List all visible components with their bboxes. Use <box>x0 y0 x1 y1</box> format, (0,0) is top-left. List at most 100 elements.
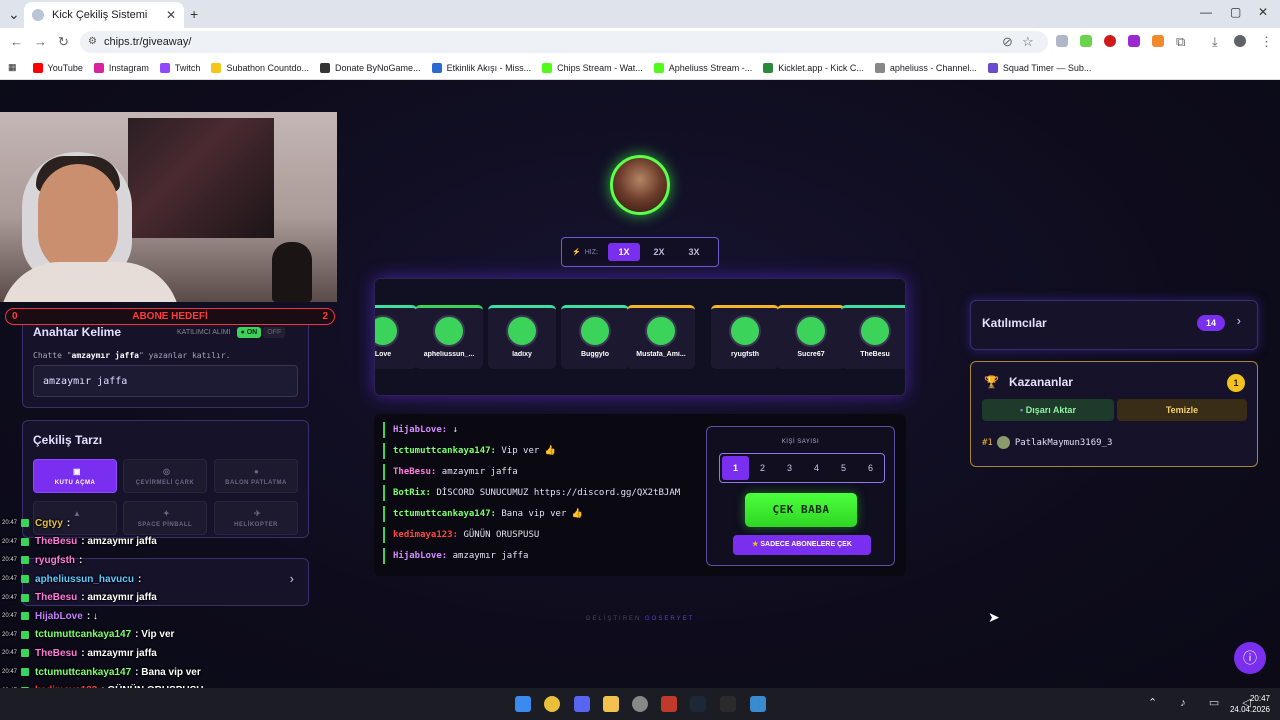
chevron-right-icon[interactable]: › <box>1237 313 1241 328</box>
hide-eye-icon[interactable]: ⊘ <box>1002 34 1013 50</box>
style-balloon[interactable]: ● BALON PATLATMA <box>214 459 298 493</box>
url-text: chips.tr/giveaway/ <box>104 36 192 48</box>
kick-icon <box>21 537 30 546</box>
kick-icon <box>21 612 30 621</box>
download-icon[interactable]: ⤓ <box>1212 34 1218 50</box>
steam-icon[interactable] <box>690 696 706 712</box>
participant-carousel: Love apheliussun_... ladixy Buggylo Mustafa_… <box>374 278 906 396</box>
profile-avatar[interactable] <box>1234 35 1246 47</box>
style-box-opening[interactable]: ▣ KUTU AÇMA <box>33 459 117 493</box>
bookmark-item[interactable]: Kicklet.app - Kick C... <box>763 62 864 73</box>
overlay-chat-line: 20:47 TheBesu: amzaymır jaffa <box>2 592 157 604</box>
count-5[interactable]: 5 <box>830 456 857 480</box>
overlay-chat-msg: : amzaymır jaffa <box>81 592 157 604</box>
clear-button[interactable]: Temizle <box>1117 399 1247 421</box>
extension-purple-icon[interactable] <box>1128 35 1140 47</box>
chat-user: tctumuttcankaya147: <box>393 509 496 519</box>
count-2[interactable]: 2 <box>749 456 776 480</box>
bookmark-favicon-icon <box>320 62 331 73</box>
app-blue-icon[interactable] <box>750 696 766 712</box>
new-tab-icon[interactable]: + <box>190 6 198 22</box>
participation-toggle[interactable]: KATILIMCI ALIMI ● ON OFF <box>177 327 286 338</box>
count-6[interactable]: 6 <box>857 456 884 480</box>
overlay-chat-user: apheliussun_havucu <box>35 573 134 585</box>
speed-1x[interactable]: 1X <box>607 243 640 261</box>
bookmark-item[interactable]: YouTube <box>32 62 83 73</box>
discord-icon[interactable] <box>574 696 590 712</box>
bookmark-item[interactable]: Subathon Countdo... <box>211 62 309 73</box>
bookmark-item[interactable]: Squad Timer — Sub... <box>987 62 1091 73</box>
menu-kebab-icon[interactable]: ⋮ <box>1260 34 1273 50</box>
speed-3x[interactable]: 3X <box>678 243 710 261</box>
chat-message: tctumuttcankaya147: Vip ver 👍 <box>383 443 556 459</box>
toggle-off[interactable]: OFF <box>263 327 286 338</box>
trophy-icon: 🏆 <box>984 375 999 389</box>
browser-tabbar: ⌄ Kick Çekiliş Sistemi ✕ + — ▢ ✕ <box>0 0 1280 28</box>
style-wheel[interactable]: ◎ ÇEVİRMELİ ÇARK <box>123 459 207 493</box>
site-info-icon[interactable]: ⚙ <box>88 31 97 53</box>
bookmark-item[interactable]: apheliuss - Channel... <box>874 62 977 73</box>
apps-grid-icon[interactable]: ▦ <box>8 62 17 73</box>
count-4[interactable]: 4 <box>803 456 830 480</box>
extension-orange-icon[interactable] <box>1152 35 1164 47</box>
participant-name: Love <box>374 351 392 358</box>
folder-icon[interactable] <box>603 696 619 712</box>
bookmark-item[interactable]: Donate ByNoGame... <box>320 62 421 73</box>
kick-icon <box>21 575 30 584</box>
start-icon[interactable] <box>515 696 531 712</box>
chrome-icon[interactable] <box>544 696 560 712</box>
minimize-icon[interactable]: — <box>1200 5 1212 19</box>
chat-user: BotRix: <box>393 488 431 498</box>
extension-green-icon[interactable] <box>1080 35 1092 47</box>
speed-2x[interactable]: 2X <box>643 243 675 261</box>
count-3[interactable]: 3 <box>776 456 803 480</box>
tab-close-icon[interactable]: ✕ <box>166 8 176 22</box>
bookmark-favicon-icon <box>653 62 664 73</box>
draw-button[interactable]: ÇEK BABA <box>745 493 857 527</box>
bookmark-item[interactable]: Instagram <box>93 62 149 73</box>
overlay-chat-line: 20:47 HijabLove: ↓ <box>2 610 98 622</box>
subscribers-only-button[interactable]: ★ SADECE ABONELERE ÇEK <box>733 535 871 555</box>
export-button[interactable]: ▪ Dışarı Aktar <box>982 399 1114 421</box>
chat-message: kedimaya123: GÜNÜN ORUSPUSU <box>383 527 539 543</box>
participant-avatar <box>645 315 677 347</box>
extension-red-icon[interactable] <box>1104 35 1116 47</box>
maximize-icon[interactable]: ▢ <box>1230 5 1241 19</box>
winner-rank: #1 <box>982 437 993 448</box>
count-1[interactable]: 1 <box>722 456 749 480</box>
toggle-on[interactable]: ● ON <box>236 327 262 338</box>
extension-shield-icon[interactable] <box>1056 35 1068 47</box>
balloon-icon: ● <box>254 467 260 476</box>
bookmark-item[interactable]: Etkinlik Akışı - Miss... <box>431 62 531 73</box>
info-button[interactable]: ⓘ <box>1234 642 1266 674</box>
stream-chat-overlay: 20:47 Cgtyy: 20:47 TheBesu: amzaymır jaffa 2… <box>2 514 332 688</box>
forward-icon[interactable]: → <box>34 34 47 49</box>
overlay-chat-user: tctumuttcankaya147 <box>35 629 132 641</box>
kick-icon <box>21 593 30 602</box>
kick-icon <box>21 649 30 658</box>
app-red-icon[interactable] <box>661 696 677 712</box>
browser-tab[interactable]: Kick Çekiliş Sistemi ✕ <box>24 2 184 28</box>
overlay-chat-line: 20:47 tctumuttcankaya147: Bana vip ver <box>2 666 201 678</box>
obs-icon[interactable] <box>632 696 648 712</box>
goal-target: 2 <box>322 311 328 322</box>
draw-control-box: KİŞİ SAYISI 1 2 3 4 5 6 ÇEK BABA ★ SADEC… <box>706 426 895 566</box>
keyword-input[interactable]: amzaymır jaffa <box>33 365 298 397</box>
bookmark-item[interactable]: Twitch <box>159 62 200 73</box>
tab-list-icon[interactable]: ⌄ <box>8 6 20 23</box>
reload-icon[interactable]: ↻ <box>58 34 69 50</box>
close-window-icon[interactable]: ✕ <box>1258 5 1268 19</box>
bookmark-item[interactable]: Chips Stream - Wat... <box>542 62 643 73</box>
extensions-puzzle-icon[interactable]: ⧉ <box>1176 34 1185 50</box>
url-bar[interactable]: ⚙ chips.tr/giveaway/ <box>80 31 1048 53</box>
back-icon[interactable]: ← <box>10 34 23 49</box>
taskbar-clock[interactable]: 20:47 24.04.2026 <box>1200 693 1270 715</box>
bookmark-item[interactable]: Apheliuss Stream -... <box>653 62 752 73</box>
epic-icon[interactable] <box>720 696 736 712</box>
participants-panel[interactable]: Katılımcılar 14 › <box>970 300 1258 350</box>
chat-text: amzaymır jaffa <box>447 551 529 561</box>
bookmark-star-icon[interactable]: ☆ <box>1022 34 1034 50</box>
bookmark-favicon-icon <box>93 62 104 73</box>
bookmark-favicon-icon <box>431 62 442 73</box>
goal-label: ABONE HEDEFİ <box>132 311 208 322</box>
